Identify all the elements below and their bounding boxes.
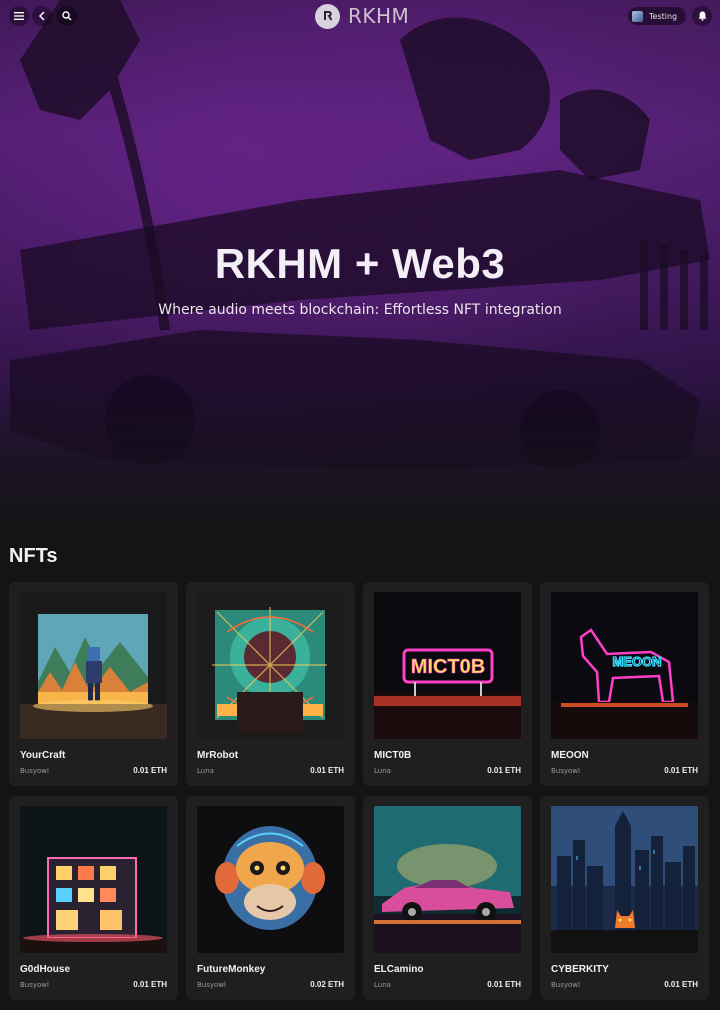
menu-button[interactable] <box>9 6 29 26</box>
neon-sign-text: MICT0B <box>411 656 485 678</box>
nft-card[interactable]: CYBERKITY Busyowl 0.01 ETH <box>540 796 709 1000</box>
nft-name: MEOON <box>551 750 589 761</box>
nft-card[interactable]: MICT0B MICT0B Luna 0.01 ETH <box>363 582 532 786</box>
bell-icon <box>698 11 707 21</box>
avatar <box>632 10 643 22</box>
nft-creator: Busyowl <box>551 981 580 989</box>
nft-name: MICT0B <box>374 750 412 761</box>
nft-name: MrRobot <box>197 750 239 761</box>
nft-image <box>197 806 344 953</box>
nft-price: 0.01 ETH <box>487 980 521 989</box>
hero-title: RKHM + Web3 <box>214 240 506 287</box>
back-button[interactable] <box>32 6 52 26</box>
notifications-button[interactable] <box>692 6 712 26</box>
user-account-chip[interactable]: Testing <box>628 7 687 25</box>
nft-card[interactable]: MEOON MEOON Busyowl 0.01 ETH <box>540 582 709 786</box>
nft-name: YourCraft <box>20 750 66 761</box>
user-name: Testing <box>649 11 678 21</box>
nft-name: G0dHouse <box>20 964 71 975</box>
nft-image <box>551 806 698 953</box>
nft-creator: Busyowl <box>551 767 580 775</box>
nft-name: CYBERKITY <box>551 964 609 975</box>
nft-price: 0.01 ETH <box>133 766 167 775</box>
nft-name: FutureMonkey <box>197 964 266 975</box>
nft-price: 0.01 ETH <box>133 980 167 989</box>
chevron-left-icon <box>38 11 46 21</box>
nft-card[interactable]: YourCraft Busyowl 0.01 ETH <box>9 582 178 786</box>
hero-subtitle: Where audio meets blockchain: Effortless… <box>158 302 562 318</box>
nft-price: 0.01 ETH <box>487 766 521 775</box>
search-icon <box>62 11 72 21</box>
logo-text: RKHM <box>348 4 410 28</box>
nft-price: 0.01 ETH <box>664 766 698 775</box>
search-button[interactable] <box>57 6 77 26</box>
nft-card[interactable]: MrRobot Luna 0.01 ETH <box>186 582 355 786</box>
nft-name: ELCamino <box>374 964 424 975</box>
rkhm-logo[interactable]: RKHM <box>315 3 409 29</box>
nft-creator: Luna <box>374 767 391 775</box>
nft-creator: Luna <box>374 981 391 989</box>
hero-fade <box>0 390 720 530</box>
nft-image <box>374 806 521 953</box>
nft-card[interactable]: FutureMonkey Busyowl 0.02 ETH <box>186 796 355 1000</box>
nft-price: 0.02 ETH <box>310 980 344 989</box>
nft-card[interactable]: ELCamino Luna 0.01 ETH <box>363 796 532 1000</box>
nft-card[interactable]: G0dHouse Busyowl 0.01 ETH <box>9 796 178 1000</box>
nfts-section-title: NFTs <box>9 545 58 567</box>
nft-image: MICT0B <box>374 592 521 739</box>
neon-sign-text: MEOON <box>612 654 661 669</box>
top-navigation-bar: RKHM Testing <box>0 0 720 34</box>
nft-image: MEOON <box>551 592 698 739</box>
nft-image <box>20 592 167 739</box>
nft-creator: Busyowl <box>197 981 226 989</box>
rkhm-logo-mark <box>315 3 340 29</box>
hamburger-menu-icon <box>14 12 24 20</box>
nft-image <box>20 806 167 953</box>
nft-creator: Luna <box>197 767 214 775</box>
hero-banner: RKHM + Web3 Where audio meets blockchain… <box>0 0 720 530</box>
nft-creator: Busyowl <box>20 767 49 775</box>
nft-price: 0.01 ETH <box>664 980 698 989</box>
nft-creator: Busyowl <box>20 981 49 989</box>
nft-price: 0.01 ETH <box>310 766 344 775</box>
nft-image <box>197 592 344 739</box>
